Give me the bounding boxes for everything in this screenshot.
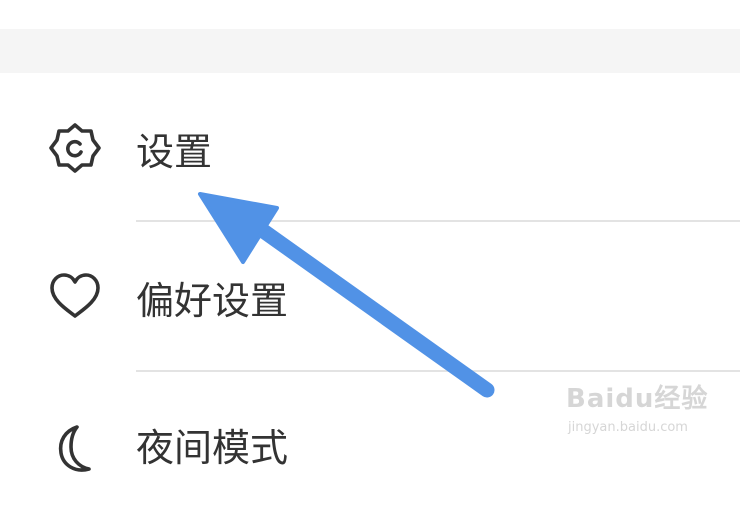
- section-gap: [0, 29, 740, 73]
- menu-item-settings[interactable]: 设置: [0, 73, 740, 223]
- moon-icon: [47, 421, 103, 477]
- menu-item-label: 偏好设置: [136, 279, 289, 323]
- menu-item-night-mode[interactable]: 夜间模式: [0, 373, 740, 523]
- divider: [136, 370, 740, 372]
- menu-item-label: 设置: [136, 130, 213, 174]
- menu-item-label: 夜间模式: [136, 426, 289, 470]
- top-area: [0, 0, 740, 29]
- divider: [136, 220, 740, 222]
- menu-list: 设置 偏好设置 夜间模式: [0, 73, 740, 472]
- heart-icon: [47, 269, 103, 325]
- menu-item-preferences[interactable]: 偏好设置: [0, 223, 740, 373]
- gear-icon: [47, 120, 103, 176]
